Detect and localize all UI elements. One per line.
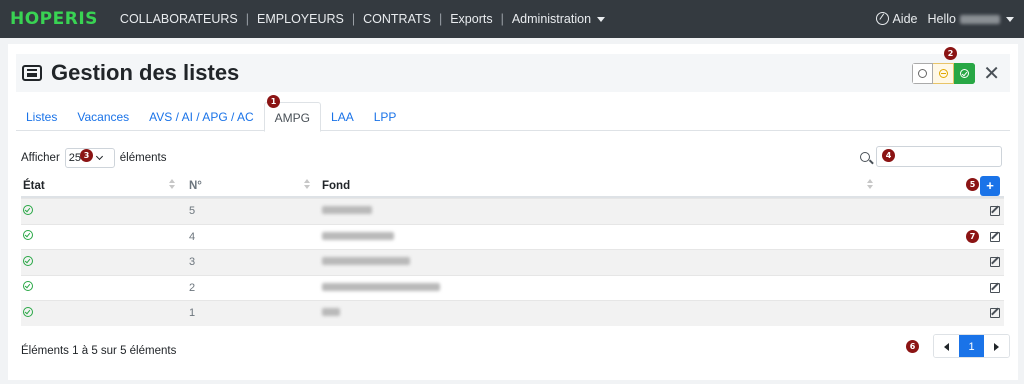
caret-down-icon — [1006, 17, 1014, 23]
row-number: 1 — [189, 307, 196, 320]
caret-right-icon — [994, 343, 999, 351]
nav-administration-label: Administration — [511, 12, 592, 26]
redacted-username — [960, 15, 1000, 25]
callout-badge: 5 — [966, 178, 979, 191]
add-button[interactable]: + — [980, 175, 1000, 196]
check-circle-icon — [23, 255, 33, 266]
check-circle-icon — [960, 69, 970, 78]
redacted-fund-name — [322, 257, 410, 266]
check-circle-icon — [23, 204, 33, 215]
callout-badge: 2 — [944, 47, 957, 60]
lists-table: État N° Fond + 5 4 3 2 1 — [21, 175, 1004, 326]
column-header-actions: + — [887, 174, 1004, 197]
close-icon[interactable]: ✕ — [983, 64, 1000, 84]
redacted-fund-name — [322, 282, 440, 291]
edit-icon[interactable] — [990, 231, 1000, 242]
callout-badge: 6 — [906, 340, 919, 353]
check-circle-icon — [23, 281, 33, 292]
table-row[interactable]: 1 — [21, 300, 1004, 326]
caret-left-icon — [944, 343, 949, 351]
list-icon — [22, 65, 42, 81]
nav-contrats[interactable]: CONTRATS — [355, 12, 439, 26]
tab-avs-ai-apg-ac[interactable]: AVS / AI / APG / AC — [139, 102, 264, 131]
row-number: 5 — [189, 205, 196, 218]
hello-label: Hello — [927, 12, 957, 26]
row-number: 3 — [189, 256, 196, 269]
edit-icon[interactable] — [990, 308, 1000, 319]
chevron-down-icon — [95, 152, 104, 161]
page-button[interactable]: 1 — [959, 335, 984, 357]
edit-icon[interactable] — [990, 257, 1000, 268]
table-row[interactable]: 2 — [21, 274, 1004, 301]
callout-badge: 1 — [267, 95, 280, 108]
callout-badge: 7 — [966, 230, 979, 243]
tab-vacances[interactable]: Vacances — [67, 102, 139, 131]
status-filter-group — [912, 63, 976, 84]
callout-badge: 3 — [80, 149, 93, 162]
page-title: Gestion des listes — [51, 60, 240, 85]
circle-icon — [918, 69, 928, 78]
tab-lpp[interactable]: LPP — [364, 102, 407, 131]
search-icon — [860, 151, 870, 162]
callout-badge: 4 — [882, 149, 895, 162]
check-circle-icon — [23, 230, 33, 241]
nav-employeurs[interactable]: EMPLOYEURS — [249, 12, 352, 26]
redacted-fund-name — [322, 231, 394, 240]
nav-collaborateurs[interactable]: COLLABORATEURS — [112, 12, 246, 26]
next-page-button[interactable] — [984, 335, 1009, 357]
column-header-etat[interactable]: État — [21, 174, 189, 197]
redacted-fund-name — [322, 308, 340, 317]
main-card: Gestion des listes ✕ Listes Vacances AVS… — [8, 44, 1018, 380]
row-number: 2 — [189, 281, 196, 294]
user-menu[interactable]: Hello — [927, 12, 1014, 26]
edit-icon[interactable] — [990, 282, 1000, 293]
minus-circle-icon — [938, 69, 948, 78]
previous-page-button[interactable] — [934, 335, 959, 357]
tab-listes[interactable]: Listes — [16, 102, 67, 131]
nav-exports[interactable]: Exports — [442, 12, 500, 26]
table-info: Éléments 1 à 5 sur 5 éléments — [21, 345, 177, 357]
column-header-numero[interactable]: N° — [189, 174, 322, 197]
compass-icon — [876, 12, 890, 25]
help-link[interactable]: Aide — [876, 12, 918, 26]
table-row[interactable]: 3 — [21, 249, 1004, 275]
app-logo[interactable]: HOPERIS — [10, 9, 98, 29]
tab-bar: Listes Vacances AVS / AI / APG / AC AMPG… — [16, 102, 1010, 132]
elements-label: éléments — [119, 152, 167, 164]
help-label: Aide — [892, 12, 918, 26]
table-row[interactable]: 4 — [21, 223, 1004, 250]
column-header-fond[interactable]: Fond — [322, 174, 887, 197]
title-bar: Gestion des listes ✕ — [16, 54, 1010, 92]
page-size-control: Afficher 25 éléments — [21, 148, 166, 168]
top-navbar: HOPERIS COLLABORATEURS | EMPLOYEURS | CO… — [0, 0, 1024, 38]
check-circle-icon — [23, 306, 33, 317]
table-row[interactable]: 5 — [21, 198, 1004, 224]
caret-down-icon — [597, 17, 606, 23]
table-header: État N° Fond + — [21, 175, 1004, 198]
show-label: Afficher — [21, 152, 60, 164]
tab-laa[interactable]: LAA — [321, 102, 364, 131]
pagination: 1 — [933, 334, 1010, 358]
edit-icon[interactable] — [990, 206, 1000, 217]
nav-administration[interactable]: Administration — [504, 12, 613, 26]
filter-active-button[interactable] — [954, 63, 976, 84]
filter-inactive-button[interactable] — [933, 63, 955, 84]
filter-all-button[interactable] — [912, 63, 934, 84]
redacted-fund-name — [322, 206, 372, 215]
row-number: 4 — [189, 230, 196, 243]
